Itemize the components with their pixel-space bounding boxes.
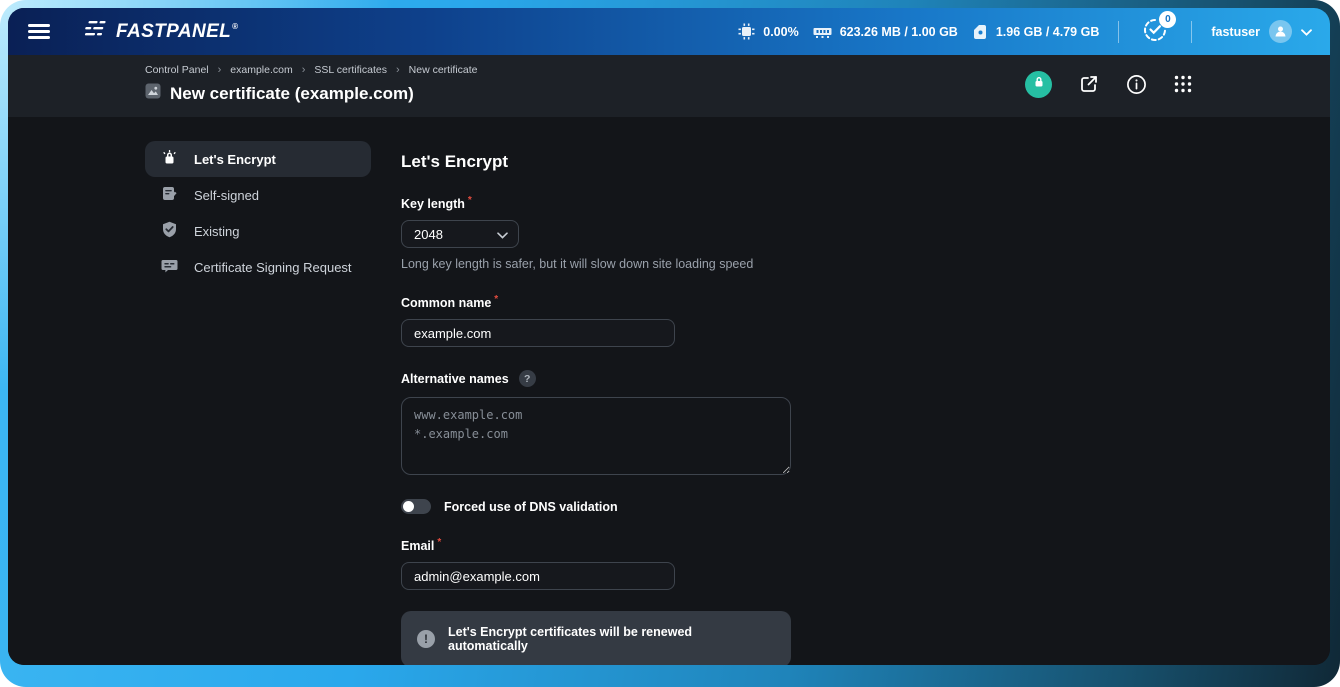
required-marker: *: [468, 195, 472, 206]
page-header: Control Panel › example.com › SSL certif…: [8, 55, 1330, 117]
registered-mark: ®: [232, 22, 238, 31]
exclamation-icon: !: [417, 630, 435, 648]
email-label: Email *: [401, 539, 791, 553]
common-name-input[interactable]: [401, 319, 675, 347]
request-card-icon: [160, 256, 179, 278]
cpu-icon: [738, 23, 755, 40]
toggle-knob: [403, 501, 414, 512]
clock-check-icon: [1142, 32, 1168, 46]
alternative-names-label: Alternative names ?: [401, 372, 791, 387]
key-length-label: Key length *: [401, 197, 791, 211]
sidebar-item-label: Certificate Signing Request: [194, 260, 352, 275]
lock-icon: [1033, 75, 1045, 93]
dns-validation-toggle[interactable]: [401, 499, 431, 514]
alternative-names-textarea[interactable]: [401, 397, 791, 475]
disk-icon: [972, 24, 988, 40]
sidebar-item-label: Existing: [194, 224, 240, 239]
email-input[interactable]: [401, 562, 675, 590]
help-icon[interactable]: ?: [519, 370, 536, 387]
breadcrumb-item-new-certificate[interactable]: New certificate: [409, 64, 478, 76]
cpu-usage-value: 0.00%: [763, 25, 798, 39]
breadcrumb-separator-icon: ›: [396, 64, 400, 76]
dns-validation-toggle-label: Forced use of DNS validation: [444, 500, 618, 514]
disk-usage-value: 1.96 GB / 4.79 GB: [996, 25, 1100, 39]
sidebar-item-csr[interactable]: Certificate Signing Request: [145, 249, 371, 285]
lets-encrypt-lock-icon: [160, 148, 179, 170]
chevron-down-icon: [1301, 25, 1312, 39]
key-length-select[interactable]: 2048: [401, 220, 519, 248]
lets-encrypt-form: Let's Encrypt Key length * 2048: [401, 141, 791, 665]
sidebar-item-self-signed[interactable]: Self-signed: [145, 177, 371, 213]
brand-name: FASTPANEL®: [116, 21, 238, 43]
chevron-down-icon: [497, 227, 508, 242]
page-title: New certificate (example.com): [170, 84, 414, 104]
topbar: FASTPANEL®: [8, 8, 1330, 55]
memory-usage-value: 623.26 MB / 1.00 GB: [840, 25, 958, 39]
auto-renew-notice-text: Let's Encrypt certificates will be renew…: [448, 625, 775, 653]
ssl-status-button[interactable]: [1025, 71, 1052, 98]
sidebar-item-existing[interactable]: Existing: [145, 213, 371, 249]
apps-grid-icon[interactable]: [1174, 75, 1192, 93]
breadcrumb-item-site[interactable]: example.com: [230, 64, 292, 76]
app-window: FASTPANEL®: [8, 8, 1330, 665]
required-marker: *: [494, 294, 498, 305]
breadcrumb-item-ssl-certificates[interactable]: SSL certificates: [314, 64, 387, 76]
avatar: [1269, 20, 1292, 43]
breadcrumb-separator-icon: ›: [302, 64, 306, 76]
key-length-helper-text: Long key length is safer, but it will sl…: [401, 257, 791, 271]
topbar-divider: [1191, 21, 1192, 43]
hamburger-menu-icon[interactable]: [28, 21, 50, 43]
site-favicon-icon: [145, 83, 161, 104]
required-marker: *: [437, 537, 441, 548]
brand-logo[interactable]: FASTPANEL®: [83, 20, 238, 43]
form-heading: Let's Encrypt: [401, 152, 791, 172]
sidebar-item-label: Self-signed: [194, 188, 259, 203]
topbar-divider: [1118, 21, 1119, 43]
user-menu[interactable]: fastuser: [1211, 20, 1312, 43]
open-site-external-link-icon[interactable]: [1079, 74, 1099, 94]
content-area: Let's Encrypt Self-signed: [8, 117, 1330, 665]
username: fastuser: [1211, 25, 1260, 39]
breadcrumb-item-control-panel[interactable]: Control Panel: [145, 64, 209, 76]
sidebar-item-label: Let's Encrypt: [194, 152, 276, 167]
shield-check-icon: [160, 220, 179, 242]
common-name-label: Common name *: [401, 296, 791, 310]
key-length-value: 2048: [414, 227, 443, 242]
brand-logo-icon: [83, 20, 109, 43]
signed-document-icon: [160, 184, 179, 206]
auto-renew-notice-banner: ! Let's Encrypt certificates will be ren…: [401, 611, 791, 665]
breadcrumb-separator-icon: ›: [218, 64, 222, 76]
info-icon[interactable]: [1126, 74, 1147, 95]
cpu-usage-stat: 0.00%: [738, 23, 798, 40]
sidebar-item-lets-encrypt[interactable]: Let's Encrypt: [145, 141, 371, 177]
breadcrumb: Control Panel › example.com › SSL certif…: [145, 64, 478, 76]
app-frame: FASTPANEL®: [0, 0, 1340, 687]
certificate-type-sidebar: Let's Encrypt Self-signed: [145, 141, 371, 665]
disk-usage-stat: 1.96 GB / 4.79 GB: [972, 24, 1100, 40]
tasks-notifications-button[interactable]: 0: [1142, 17, 1168, 46]
ram-icon: [813, 25, 832, 39]
memory-usage-stat: 623.26 MB / 1.00 GB: [813, 25, 958, 39]
notifications-count-badge: 0: [1159, 11, 1176, 28]
